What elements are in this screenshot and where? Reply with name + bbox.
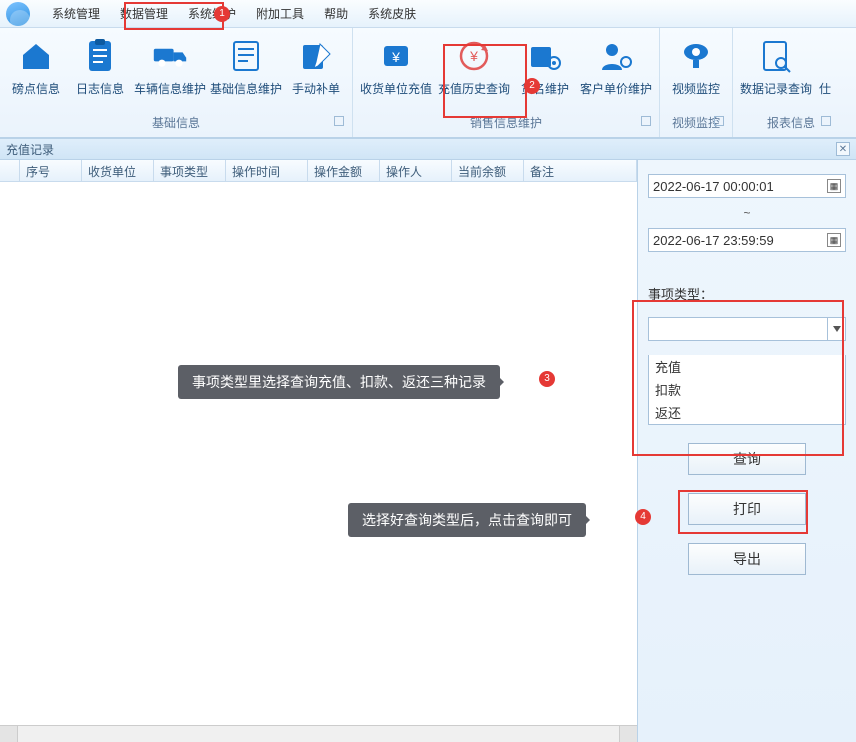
ribbon-label: 日志信息: [76, 80, 124, 97]
col-remark[interactable]: 备注: [524, 160, 637, 181]
export-button[interactable]: 导出: [688, 543, 806, 575]
row-indicator-header: [0, 160, 20, 181]
ribbon-btn-log[interactable]: 日志信息: [68, 34, 132, 101]
date-to-value: 2022-06-17 23:59:59: [653, 233, 827, 248]
ribbon-btn-bangdian[interactable]: 磅点信息: [4, 34, 68, 101]
user-gear-icon: [598, 38, 634, 74]
table-header: 序号 收货单位 事项类型 操作时间 操作金额 操作人 当前余额 备注: [0, 160, 637, 182]
yen-refresh-icon: ¥: [456, 38, 492, 74]
ribbon-group-label: 基础信息: [4, 112, 348, 135]
print-button[interactable]: 打印: [688, 493, 806, 525]
col-seq[interactable]: 序号: [20, 160, 82, 181]
ribbon-group-basic: 磅点信息 日志信息 车辆信息维护 基础信息维护: [0, 28, 353, 137]
menu-system-manage[interactable]: 系统管理: [42, 1, 110, 26]
type-option-deduct[interactable]: 扣款: [649, 378, 845, 401]
table-pane: 序号 收货单位 事项类型 操作时间 操作金额 操作人 当前余额 备注: [0, 160, 638, 742]
ribbon-btn-vehicle[interactable]: 车辆信息维护: [132, 34, 208, 101]
ribbon-group-video: 视频监控 视频监控: [660, 28, 733, 137]
type-options-list: 充值 扣款 返还: [648, 355, 846, 425]
ribbon-btn-basicinfo[interactable]: 基础信息维护: [208, 34, 284, 101]
type-select[interactable]: [648, 317, 846, 341]
ribbon-label: 收货单位充值: [360, 80, 432, 97]
svg-text:¥: ¥: [469, 48, 478, 64]
box-gear-icon: [527, 38, 563, 74]
ribbon-btn-data-query[interactable]: 数据记录查询: [737, 34, 815, 101]
type-label: 事项类型：: [648, 284, 846, 303]
ribbon-label: 充值历史查询: [438, 80, 510, 97]
type-option-recharge[interactable]: 充值: [649, 355, 845, 378]
ribbon-btn-recharge-history[interactable]: ¥ 充值历史查询: [435, 34, 513, 101]
ribbon-btn-customer-price[interactable]: 客户单价维护: [577, 34, 655, 101]
ribbon-label: 数据记录查询: [740, 80, 812, 97]
ribbon-label: 货名维护: [521, 80, 569, 97]
menu-bar: 系统管理 数据管理 系统维护 附加工具 帮助 系统皮肤: [0, 0, 856, 28]
ribbon-label: 视频监控: [672, 80, 720, 97]
ribbon-group-sales: ¥ 收货单位充值 ¥ 充值历史查询 货名维护 客户单价维护: [353, 28, 660, 137]
date-from-input[interactable]: 2022-06-17 00:00:01 ▦: [648, 174, 846, 198]
sheet-icon: [228, 38, 264, 74]
menu-skin[interactable]: 系统皮肤: [358, 1, 426, 26]
svg-text:¥: ¥: [391, 49, 400, 65]
report-search-icon: [758, 38, 794, 74]
calendar-icon[interactable]: ▦: [827, 233, 841, 247]
ribbon-group-report: 数据记录查询 仕 报表信息: [733, 28, 839, 137]
ribbon-btn-more[interactable]: 仕: [815, 34, 835, 101]
menu-addon-tools[interactable]: 附加工具: [246, 1, 314, 26]
col-receiver[interactable]: 收货单位: [82, 160, 154, 181]
query-button[interactable]: 查询: [688, 443, 806, 475]
ribbon-btn-manual[interactable]: 手动补单: [284, 34, 348, 101]
date-separator: ~: [743, 206, 750, 220]
col-optime[interactable]: 操作时间: [226, 160, 308, 181]
panel-title: 充值记录: [6, 141, 54, 158]
col-balance[interactable]: 当前余额: [452, 160, 524, 181]
truck-icon: [152, 38, 188, 74]
chevron-down-icon[interactable]: [827, 318, 845, 340]
col-type[interactable]: 事项类型: [154, 160, 226, 181]
camera-icon: [678, 38, 714, 74]
table-body[interactable]: [0, 182, 637, 725]
ribbon-btn-video[interactable]: 视频监控: [664, 34, 728, 101]
ribbon-group-label: 报表信息: [737, 112, 835, 135]
home-icon: [18, 38, 54, 74]
date-to-input[interactable]: 2022-06-17 23:59:59 ▦: [648, 228, 846, 252]
col-operator[interactable]: 操作人: [380, 160, 452, 181]
ribbon-btn-goods[interactable]: 货名维护: [513, 34, 577, 101]
type-option-return[interactable]: 返还: [649, 401, 845, 424]
content-area: 序号 收货单位 事项类型 操作时间 操作金额 操作人 当前余额 备注 2022-…: [0, 160, 856, 742]
ribbon-label: 客户单价维护: [580, 80, 652, 97]
horizontal-scrollbar[interactable]: [0, 725, 637, 742]
ribbon-btn-recharge[interactable]: ¥ 收货单位充值: [357, 34, 435, 101]
calendar-icon[interactable]: ▦: [827, 179, 841, 193]
ribbon-label: 仕: [819, 80, 831, 97]
ribbon-label: 基础信息维护: [210, 80, 282, 97]
log-icon: [82, 38, 118, 74]
type-filter-block: 事项类型： 充值 扣款 返还: [648, 284, 846, 425]
ribbon-label: 手动补单: [292, 80, 340, 97]
app-logo-icon: [6, 2, 30, 26]
ribbon-toolbar: 磅点信息 日志信息 车辆信息维护 基础信息维护: [0, 28, 856, 138]
panel-close-button[interactable]: ✕: [836, 142, 850, 156]
ribbon-label: 车辆信息维护: [134, 80, 206, 97]
menu-system-maint[interactable]: 系统维护: [178, 1, 246, 26]
ribbon-label: 磅点信息: [12, 80, 60, 97]
col-amount[interactable]: 操作金额: [308, 160, 380, 181]
pen-sheet-icon: [298, 38, 334, 74]
menu-data-manage[interactable]: 数据管理: [110, 1, 178, 26]
filter-pane: 2022-06-17 00:00:01 ▦ ~ 2022-06-17 23:59…: [638, 160, 856, 742]
panel-titlebar: 充值记录 ✕: [0, 138, 856, 160]
yen-icon: ¥: [378, 38, 414, 74]
ribbon-group-label: 视频监控: [664, 112, 728, 135]
more-icon: [817, 38, 833, 74]
date-from-value: 2022-06-17 00:00:01: [653, 179, 827, 194]
ribbon-group-label: 销售信息维护: [357, 112, 655, 135]
menu-help[interactable]: 帮助: [314, 1, 358, 26]
